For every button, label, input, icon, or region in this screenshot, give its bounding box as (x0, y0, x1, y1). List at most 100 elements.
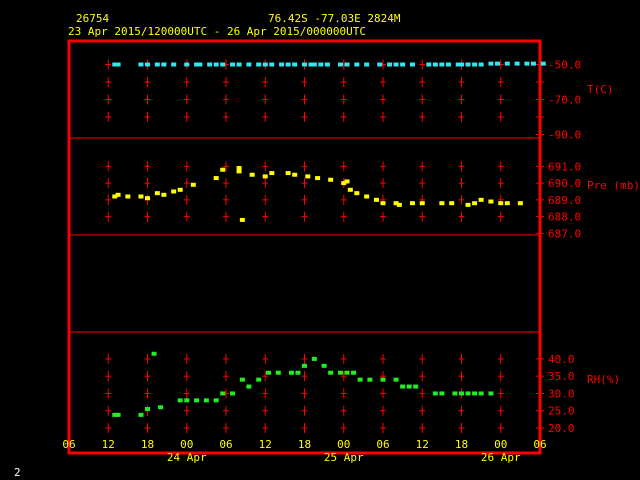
humidity-point (400, 384, 406, 389)
pressure-point (262, 174, 268, 179)
temperature-point (364, 62, 370, 67)
temperature-point (292, 62, 298, 67)
y-tick-label: 687.0 (548, 227, 581, 240)
pressure-point (236, 169, 242, 174)
temperature-point (318, 62, 324, 67)
temperature-point (285, 62, 291, 67)
temperature-point (459, 62, 464, 67)
temperature-point (387, 62, 393, 67)
temperature-point (465, 62, 471, 67)
pressure-point (354, 191, 360, 196)
pressure-point (465, 202, 471, 207)
temperature-point (115, 62, 121, 67)
pressure-point (409, 201, 415, 206)
pressure-point (138, 194, 144, 199)
humidity-point (288, 370, 294, 375)
x-date-label: 24 Apr (167, 451, 207, 464)
y-tick-label: -70.0 (548, 94, 581, 107)
pressure-point (488, 199, 494, 204)
pressure-point (154, 191, 160, 196)
temperature-point (445, 62, 451, 67)
y-tick-label: -90.0 (548, 129, 581, 142)
temperature-point (145, 62, 150, 67)
temperature-point (213, 62, 219, 67)
humidity-point (239, 377, 245, 382)
x-tick-label: 12 (259, 438, 272, 451)
x-tick-label: 00 (180, 438, 193, 451)
humidity-point (337, 370, 343, 375)
temperature-point (207, 62, 213, 67)
humidity-point (311, 356, 317, 361)
x-date-label: 26 Apr (481, 451, 521, 464)
pressure-point (115, 192, 121, 197)
temperature-point (426, 62, 432, 67)
temperature-point (184, 62, 190, 67)
pressure-point (177, 187, 183, 192)
pressure-point (213, 176, 219, 181)
temperature-point (246, 62, 252, 67)
y-tick-label: 30.0 (548, 387, 575, 400)
humidity-point (220, 391, 226, 396)
temperature-point (432, 62, 438, 67)
temperature-point (524, 61, 530, 66)
humidity-point (246, 384, 252, 389)
humidity-point (367, 377, 373, 382)
temperature-point (154, 62, 160, 67)
y-tick-label: 689.0 (548, 194, 581, 207)
grid-marks (105, 59, 544, 433)
temperature-point (161, 62, 167, 67)
y-axis-labels: -50.0 -70.0 -90.0 T(C) 691.0 690.0 689.0 688.0 6… (548, 59, 640, 436)
x-tick-label: 12 (416, 438, 429, 451)
temperature-point (478, 62, 484, 67)
x-tick-label: 06 (62, 438, 75, 451)
sounding-chart: 26754 76.42S -77.03E 2824M 23 Apr 2015/1… (14, 12, 640, 479)
humidity-point (321, 363, 327, 368)
pressure-point (315, 176, 321, 181)
pressure-point (249, 172, 255, 177)
pressure-point (364, 194, 370, 199)
temperature-point (514, 61, 520, 66)
temperature-point (488, 61, 494, 66)
pressure-point (419, 201, 425, 206)
temperature-point (344, 62, 350, 67)
x-tick-label: 00 (494, 438, 507, 451)
pressure-point (305, 174, 311, 179)
temperature-point (279, 62, 285, 67)
pressure-point (396, 202, 402, 207)
temperature-point (472, 62, 478, 67)
pressure-point (292, 172, 298, 177)
y-tick-label: 690.0 (548, 177, 581, 190)
pressure-point (504, 201, 510, 206)
temperature-point (494, 61, 500, 66)
temperature-point (302, 62, 307, 67)
pressure-point (161, 192, 167, 197)
humidity-point (275, 370, 281, 375)
y-tick-label: 688.0 (548, 211, 581, 224)
temperature-point (393, 62, 399, 67)
y-tick-label: 20.0 (548, 422, 575, 435)
x-axis-labels: 06 12 18 00 06 12 18 00 06 12 18 00 06 24 Apr 25 Apr 26… (62, 438, 546, 464)
pressure-point (239, 217, 245, 222)
temperature-point (256, 62, 262, 67)
pressure-point (145, 196, 150, 201)
humidity-point (452, 391, 458, 396)
pressure-point (125, 194, 131, 199)
station-location: 76.42S -77.03E 2824M (268, 12, 401, 25)
humidity-point (256, 377, 262, 382)
pressure-point (380, 201, 386, 206)
y-axis-title: T(C) (587, 83, 614, 96)
humidity-point (302, 363, 307, 368)
temperature-point (138, 62, 144, 67)
humidity-point (184, 398, 190, 403)
pressure-point (171, 189, 177, 194)
pressure-point (190, 182, 196, 187)
pressure-point (449, 201, 455, 206)
temperature-point (540, 61, 546, 66)
x-tick-label: 12 (102, 438, 115, 451)
humidity-point (406, 384, 412, 389)
temperature-point (354, 62, 360, 67)
humidity-point (213, 398, 219, 403)
humidity-point (266, 370, 272, 375)
temperature-point (262, 62, 268, 67)
x-tick-label: 18 (141, 438, 154, 451)
